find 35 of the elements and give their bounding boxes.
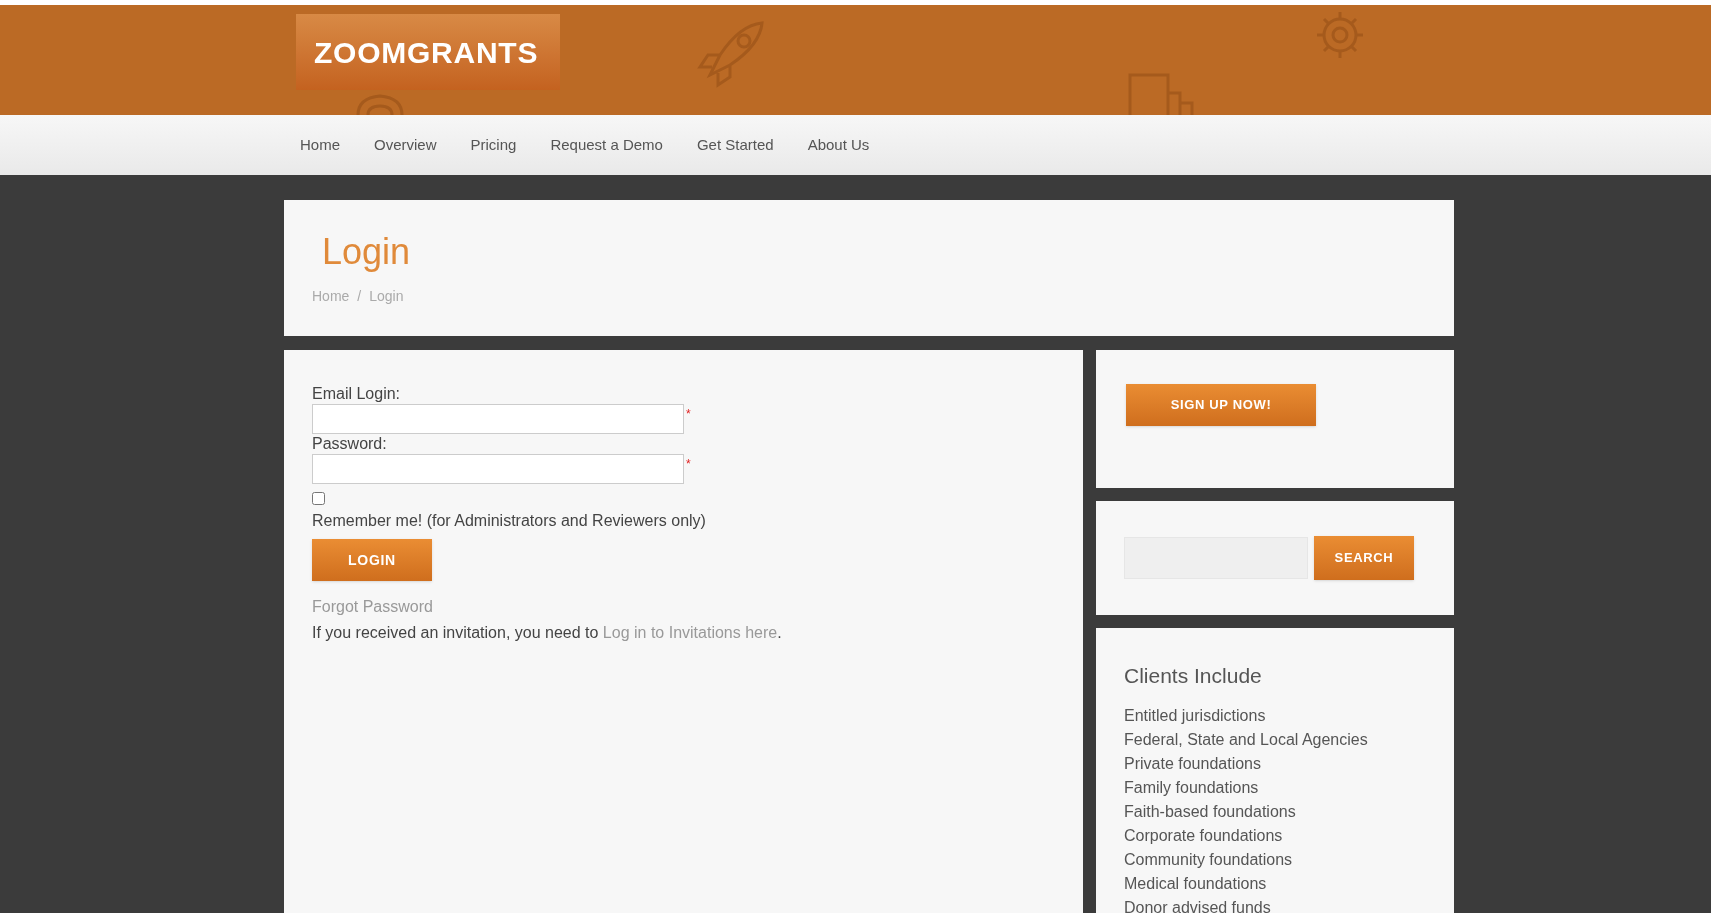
breadcrumb-separator: /	[357, 287, 362, 306]
invitation-text: If you received an invitation, you need to Log in to Invitations here.	[312, 623, 783, 643]
client-item: Faith-based foundations	[1124, 801, 1297, 822]
search-button[interactable]: SEARCH	[1314, 536, 1414, 580]
field-label: Password:	[312, 434, 388, 454]
client-item: Corporate foundations	[1124, 825, 1284, 846]
nav-link[interactable]: Home	[300, 133, 340, 157]
forgot-password-link[interactable]: Forgot Password	[312, 598, 433, 615]
input-field[interactable]	[312, 404, 684, 434]
required-mark: *	[686, 408, 691, 420]
page-title: Login	[322, 234, 412, 270]
remember-label: Remember me! (for Administrators and Reviewers only)	[312, 511, 707, 531]
nav-link[interactable]: About Us	[807, 133, 870, 157]
logo[interactable]: ZOOMGRANTS	[296, 14, 560, 90]
client-item: Entitled jurisdictions	[1124, 705, 1267, 726]
field-label: Email Login:	[312, 384, 402, 404]
nav-link[interactable]: Overview	[374, 133, 437, 157]
client-item: Private foundations	[1124, 753, 1262, 774]
remember-checkbox[interactable]	[312, 492, 325, 505]
nav-link[interactable]: Get Started	[696, 133, 774, 157]
nav-link[interactable]: Request a Demo	[550, 133, 663, 157]
breadcrumb-link[interactable]: Home	[312, 286, 350, 307]
client-item: Donor advised funds	[1124, 897, 1272, 913]
client-item: Family foundations	[1124, 777, 1260, 798]
required-mark: *	[686, 458, 691, 470]
clients-title: Clients Include	[1124, 663, 1263, 689]
nav-link[interactable]: Pricing	[470, 133, 517, 157]
client-item: Federal, State and Local Agencies	[1124, 729, 1369, 750]
breadcrumb-link[interactable]: Login	[369, 286, 404, 307]
signup-button[interactable]: SIGN UP NOW!	[1126, 384, 1316, 426]
login-button[interactable]: LOGIN	[312, 539, 432, 581]
invitations-link[interactable]: Log in to Invitations here	[602, 624, 778, 641]
input-field[interactable]	[312, 454, 684, 484]
client-item: Community foundations	[1124, 849, 1294, 870]
client-item: Medical foundations	[1124, 873, 1268, 894]
